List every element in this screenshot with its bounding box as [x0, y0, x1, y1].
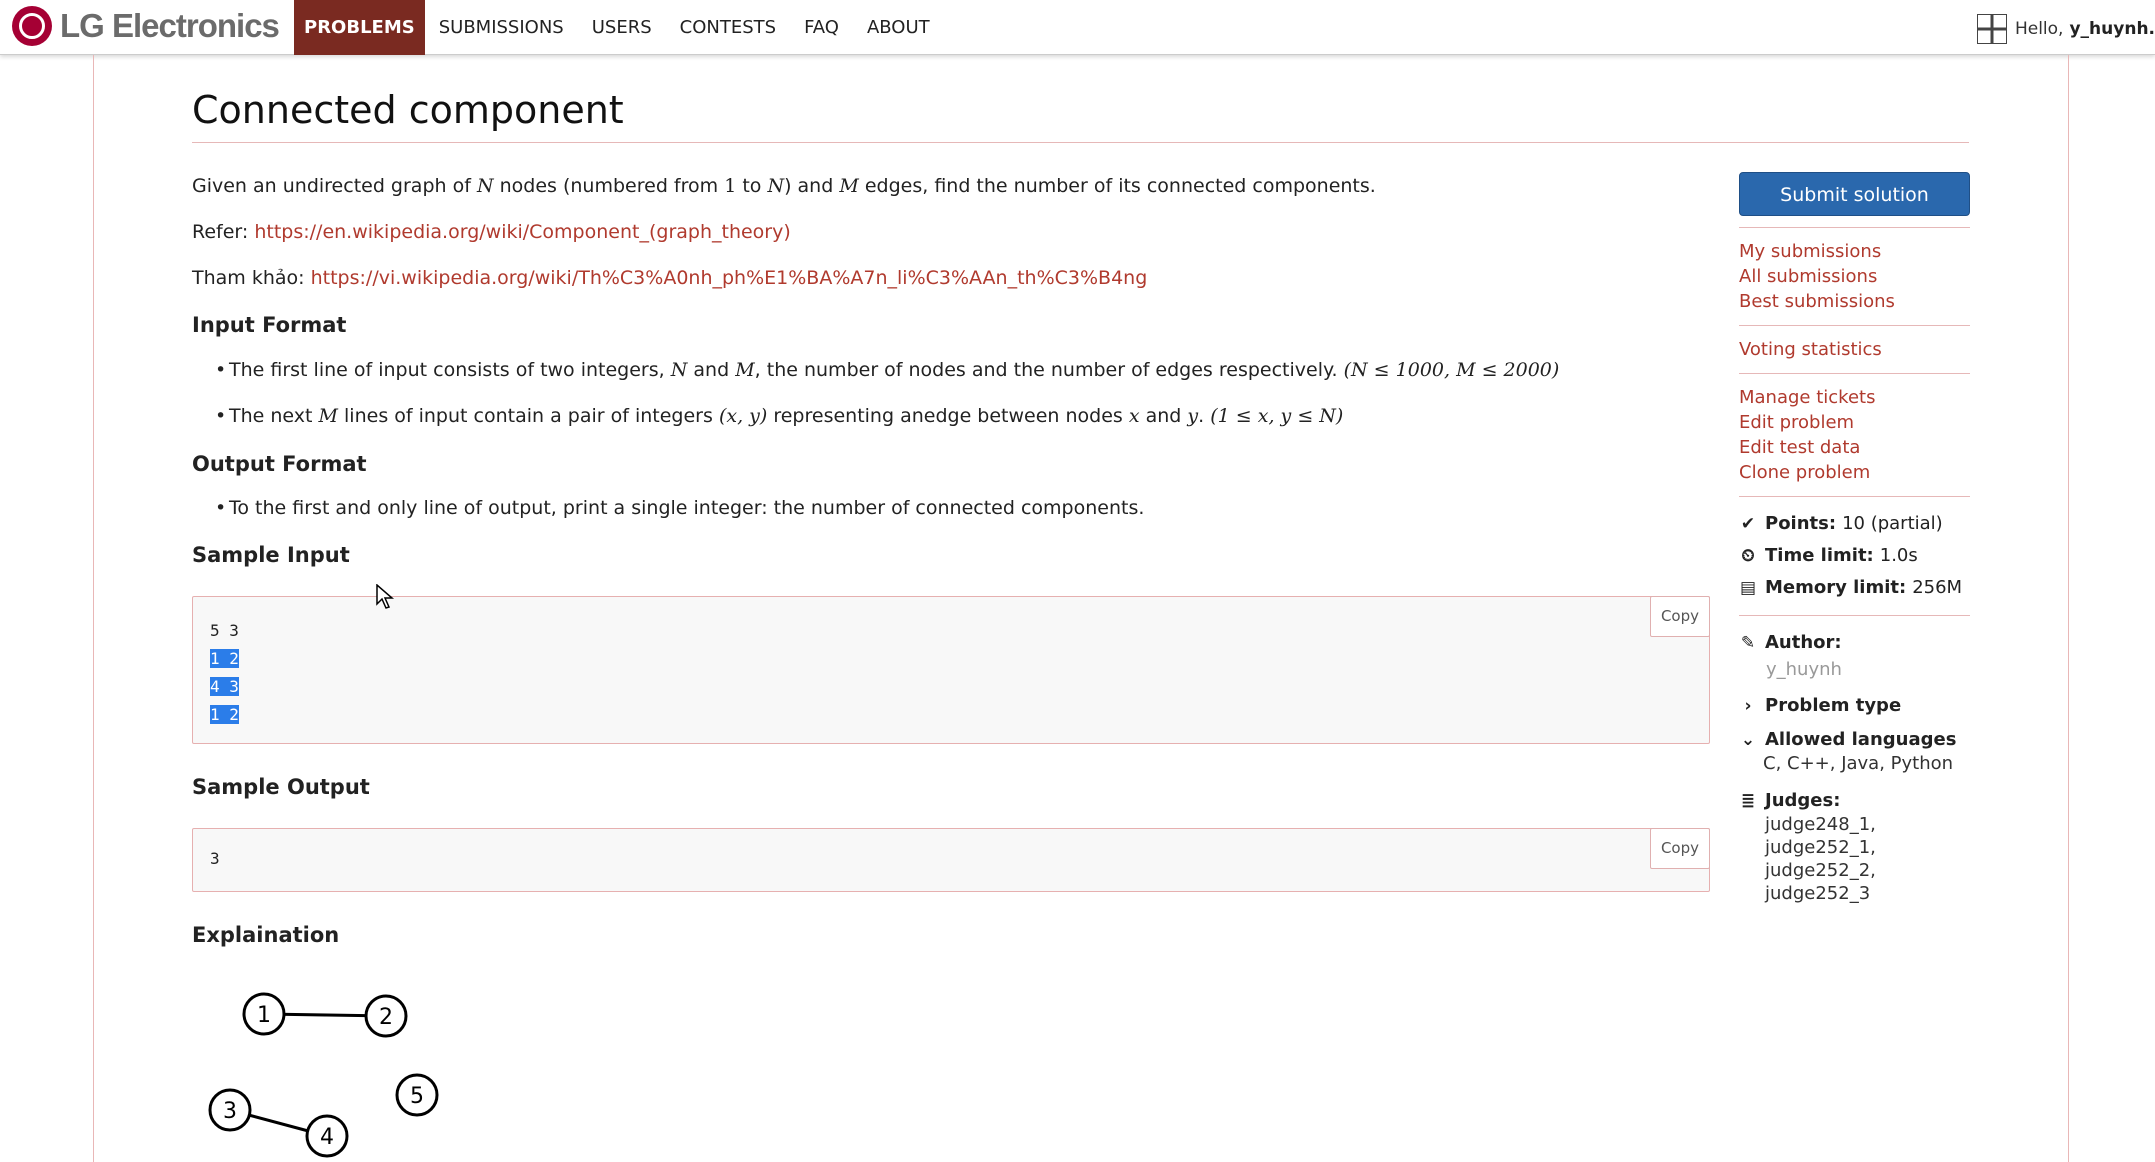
- time-limit-info: ⏲ Time limit: 1.0s: [1739, 540, 1970, 572]
- lg-logo-icon: [12, 6, 52, 46]
- nav-submissions[interactable]: SUBMISSIONS: [425, 0, 578, 55]
- author-info: ✎ Author:: [1739, 627, 1970, 659]
- brand-name: LG Electronics: [60, 7, 280, 44]
- edit-icon: ✎: [1740, 633, 1756, 653]
- graph-node-1-label: 1: [257, 1003, 271, 1028]
- submit-solution-button[interactable]: Submit solution: [1739, 172, 1970, 216]
- input-bullet-2: The next M lines of input contain a pair…: [215, 402, 1343, 431]
- brand-logo[interactable]: LG Electronics: [12, 6, 280, 46]
- sample-output-code[interactable]: 3: [193, 829, 1709, 889]
- explanation-heading: Explaination: [192, 923, 340, 947]
- database-icon: ≣: [1740, 791, 1756, 811]
- sample-input-code[interactable]: 5 3 1 2 4 3 1 2: [193, 597, 1709, 749]
- page-title: Connected component: [192, 88, 624, 132]
- refer-link[interactable]: https://en.wikipedia.org/wiki/Component_…: [254, 221, 790, 243]
- memory-icon: ▤: [1739, 578, 1757, 598]
- clock-icon: ⏲: [1741, 546, 1755, 566]
- problem-intro: Given an undirected graph of N nodes (nu…: [192, 175, 1376, 197]
- author-name[interactable]: y_huynh: [1739, 659, 1970, 680]
- nav-about[interactable]: ABOUT: [853, 0, 944, 55]
- edit-test-data-link[interactable]: Edit test data: [1739, 435, 1970, 460]
- check-icon: ✔: [1740, 514, 1756, 534]
- judges-line-2: judge252_2, judge252_3: [1765, 860, 1876, 904]
- sample-input-box[interactable]: Copy 5 3 1 2 4 3 1 2: [192, 596, 1710, 744]
- problem-type-toggle[interactable]: › Problem type: [1739, 690, 1970, 722]
- chevron-down-icon: ⌄: [1740, 730, 1756, 750]
- refer-vi-link[interactable]: https://vi.wikipedia.org/wiki/Th%C3%A0nh…: [311, 267, 1148, 289]
- graph-node-2-label: 2: [379, 1005, 393, 1030]
- user-menu[interactable]: Hello, y_huynh.: [1976, 14, 2155, 44]
- sample-output-heading: Sample Output: [192, 775, 370, 799]
- copy-output-button[interactable]: Copy: [1649, 828, 1710, 869]
- best-submissions-link[interactable]: Best submissions: [1739, 289, 1970, 314]
- mouse-cursor-icon: [376, 584, 395, 609]
- manage-tickets-link[interactable]: Manage tickets: [1739, 385, 1970, 410]
- explanation-graph: 1 2 3 4 5: [208, 992, 439, 1158]
- nav-faq[interactable]: FAQ: [790, 0, 853, 55]
- refer-vi-line: Tham khảo: https://vi.wikipedia.org/wiki…: [192, 267, 1148, 289]
- my-submissions-link[interactable]: My submissions: [1739, 239, 1970, 264]
- input-format-heading: Input Format: [192, 313, 347, 337]
- clone-problem-link[interactable]: Clone problem: [1739, 460, 1970, 485]
- avatar[interactable]: [1976, 14, 2007, 44]
- refer-line: Refer: https://en.wikipedia.org/wiki/Com…: [192, 221, 791, 243]
- username[interactable]: y_huynh.: [2069, 19, 2155, 39]
- all-submissions-link[interactable]: All submissions: [1739, 264, 1970, 289]
- graph-node-5-label: 5: [410, 1084, 424, 1109]
- allowed-languages-value: C, C++, Java, Python: [1763, 753, 1954, 774]
- points-info: ✔ Points: 10 (partial): [1739, 508, 1970, 540]
- output-bullet-1: To the first and only line of output, pr…: [215, 494, 1144, 523]
- sample-input-heading: Sample Input: [192, 543, 350, 567]
- problem-sidebar: Submit solution My submissions All submi…: [1739, 172, 1970, 905]
- graph-node-3-label: 3: [223, 1099, 237, 1124]
- judges-info: ≣ Judges:: [1740, 790, 1841, 811]
- chevron-right-icon: ›: [1744, 696, 1752, 716]
- output-format-heading: Output Format: [192, 452, 367, 476]
- voting-statistics-link[interactable]: Voting statistics: [1739, 337, 1970, 362]
- title-divider: [192, 142, 1969, 143]
- input-bullet-1: The first line of input consists of two …: [215, 356, 1559, 385]
- top-navbar: LG Electronics PROBLEMS SUBMISSIONS USER…: [0, 0, 2155, 55]
- judges-line-1: judge248_1, judge252_1,: [1765, 814, 1876, 858]
- nav-users[interactable]: USERS: [578, 0, 666, 55]
- nav-problems[interactable]: PROBLEMS: [294, 0, 425, 55]
- allowed-languages-toggle[interactable]: ⌄ Allowed languages: [1739, 728, 1970, 752]
- greeting: Hello,: [2014, 19, 2064, 39]
- memory-limit-info: ▤ Memory limit: 256M: [1739, 572, 1970, 604]
- nav-contests[interactable]: CONTESTS: [666, 0, 790, 55]
- copy-input-button[interactable]: Copy: [1649, 596, 1710, 637]
- edit-problem-link[interactable]: Edit problem: [1739, 410, 1970, 435]
- main-nav: PROBLEMS SUBMISSIONS USERS CONTESTS FAQ …: [294, 0, 944, 55]
- graph-node-4-label: 4: [320, 1125, 334, 1150]
- sample-output-box[interactable]: Copy 3: [192, 828, 1710, 892]
